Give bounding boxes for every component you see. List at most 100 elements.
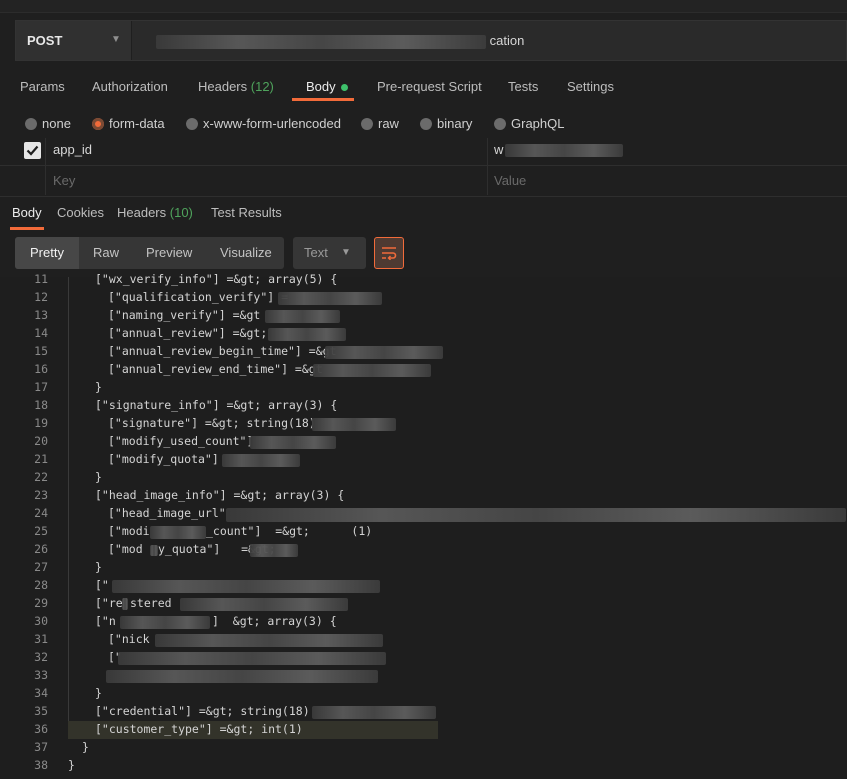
- body-type-selector: none form-data x-www-form-urlencoded raw…: [0, 112, 847, 136]
- code-line: 36 ["customer_type"] =&gt; int(1): [0, 721, 847, 739]
- wrap-icon: [382, 247, 397, 260]
- line-number: 16: [34, 362, 48, 376]
- redacted-value: [118, 652, 386, 665]
- tab-tests[interactable]: Tests: [508, 79, 538, 94]
- headers-count: (10): [169, 205, 193, 220]
- line-number: 31: [34, 632, 48, 646]
- active-response-tab-underline: [10, 227, 44, 230]
- line-text: ["head_image_info"] =&gt; array(3) {: [95, 488, 345, 502]
- code-line: 14 ["annual_review"] =&gt;: [0, 325, 847, 343]
- view-raw[interactable]: Raw: [93, 245, 119, 260]
- column-divider: [45, 166, 46, 195]
- tab-body[interactable]: Body: [306, 79, 348, 94]
- redacted-value: [226, 508, 846, 522]
- line-number: 14: [34, 326, 48, 340]
- column-divider: [487, 138, 488, 165]
- line-text: [": [95, 578, 109, 592]
- format-select[interactable]: Text ▼: [293, 237, 366, 269]
- line-text-suffix: stered: [130, 596, 172, 610]
- line-text: ["head_image_url": [108, 506, 226, 520]
- tab-authorization[interactable]: Authorization: [92, 79, 168, 94]
- method-select[interactable]: POST ▼: [16, 21, 132, 60]
- radio-label-urlencoded: x-www-form-urlencoded: [203, 116, 341, 131]
- tab-label: Pre-request Script: [377, 79, 482, 94]
- line-number: 34: [34, 686, 48, 700]
- line-number: 13: [34, 308, 48, 322]
- radio-urlencoded[interactable]: [186, 118, 198, 130]
- redacted-value: [313, 364, 431, 377]
- tab-pre-request-script[interactable]: Pre-request Script: [377, 79, 482, 94]
- view-pretty[interactable]: Pretty: [30, 245, 64, 260]
- radio-raw[interactable]: [361, 118, 373, 130]
- key-input[interactable]: Key: [53, 173, 75, 188]
- redacted-value: [120, 616, 210, 629]
- line-text: ["mod: [108, 542, 143, 556]
- response-body-editor[interactable]: 11 ["wx_verify_info"] =&gt; array(5) { 12…: [0, 272, 847, 779]
- line-text: ["n: [95, 614, 116, 628]
- code-line: 18 ["signature_info"] =&gt; array(3) {: [0, 397, 847, 415]
- url-input[interactable]: cation: [156, 33, 524, 49]
- radio-label-raw: raw: [378, 116, 399, 131]
- radio-none[interactable]: [25, 118, 37, 130]
- chevron-down-icon: ▼: [341, 247, 351, 258]
- code-line: 13 ["naming_verify"] =&gt: [0, 307, 847, 325]
- response-tab-headers[interactable]: Headers (10): [117, 205, 193, 220]
- tab-label: Authorization: [92, 79, 168, 94]
- line-number: 22: [34, 470, 48, 484]
- param-key[interactable]: app_id: [53, 142, 92, 157]
- tab-headers[interactable]: Headers (12): [198, 79, 274, 94]
- code-line: 25 ["modi _count"] =&gt; (1): [0, 523, 847, 541]
- tab-params[interactable]: Params: [20, 79, 65, 94]
- redacted-value: [122, 598, 128, 610]
- redacted-value: [112, 580, 380, 593]
- line-number: 11: [34, 272, 48, 286]
- tab-label: Params: [20, 79, 65, 94]
- redacted-value: [250, 436, 336, 449]
- view-visualize[interactable]: Visualize: [220, 245, 272, 260]
- line-text: ["annual_review_begin_time"] =&gt: [108, 344, 337, 358]
- tab-label: Headers: [198, 79, 248, 94]
- code-line: 22}: [0, 469, 847, 487]
- line-number: 32: [34, 650, 48, 664]
- redacted-value: [278, 292, 382, 305]
- line-text-suffix: _count"] =&gt; (1): [206, 524, 373, 538]
- param-value[interactable]: w: [494, 142, 624, 158]
- param-value-text: w: [494, 142, 504, 157]
- response-tab-body[interactable]: Body: [12, 205, 42, 220]
- redacted-value: [150, 526, 206, 539]
- line-number: 12: [34, 290, 48, 304]
- response-view-bar: Pretty Raw Preview Visualize Text ▼: [0, 232, 847, 276]
- code-line: 20 ["modify_used_count"]: [0, 433, 847, 451]
- radio-form-data[interactable]: [92, 118, 104, 130]
- response-tab-test-results[interactable]: Test Results: [211, 205, 282, 220]
- code-line: 16 ["annual_review_end_time"] =&gt: [0, 361, 847, 379]
- value-input[interactable]: Value: [494, 173, 526, 188]
- tab-settings[interactable]: Settings: [567, 79, 614, 94]
- tab-label: Headers: [117, 205, 167, 220]
- line-number: 35: [34, 704, 48, 718]
- view-preview[interactable]: Preview: [146, 245, 192, 260]
- redacted-value: [505, 144, 624, 158]
- response-tab-cookies[interactable]: Cookies: [57, 205, 104, 220]
- code-line: 37}: [0, 739, 847, 757]
- format-label: Text: [304, 245, 328, 260]
- line-number: 15: [34, 344, 48, 358]
- line-number: 19: [34, 416, 48, 430]
- form-data-table: app_id w Key Value: [0, 138, 847, 196]
- code-line: 21 ["modify_quota"]: [0, 451, 847, 469]
- tab-label: Settings: [567, 79, 614, 94]
- tab-label: Tests: [508, 79, 539, 94]
- radio-label-none: none: [42, 116, 71, 131]
- radio-graphql[interactable]: [494, 118, 506, 130]
- wrap-lines-button[interactable]: [374, 237, 404, 269]
- headers-count: (12): [250, 79, 274, 94]
- line-number: 38: [34, 758, 48, 772]
- radio-binary[interactable]: [420, 118, 432, 130]
- redacted-value: [222, 454, 300, 467]
- row-checkbox[interactable]: [24, 142, 41, 159]
- line-text: ["signature"] =&gt; string(18): [108, 416, 316, 430]
- code-line: 34}: [0, 685, 847, 703]
- body-active-dot-icon: [340, 84, 348, 92]
- radio-label-form-data: form-data: [109, 116, 165, 131]
- line-text: ["customer_type"] =&gt; int(1): [95, 722, 303, 736]
